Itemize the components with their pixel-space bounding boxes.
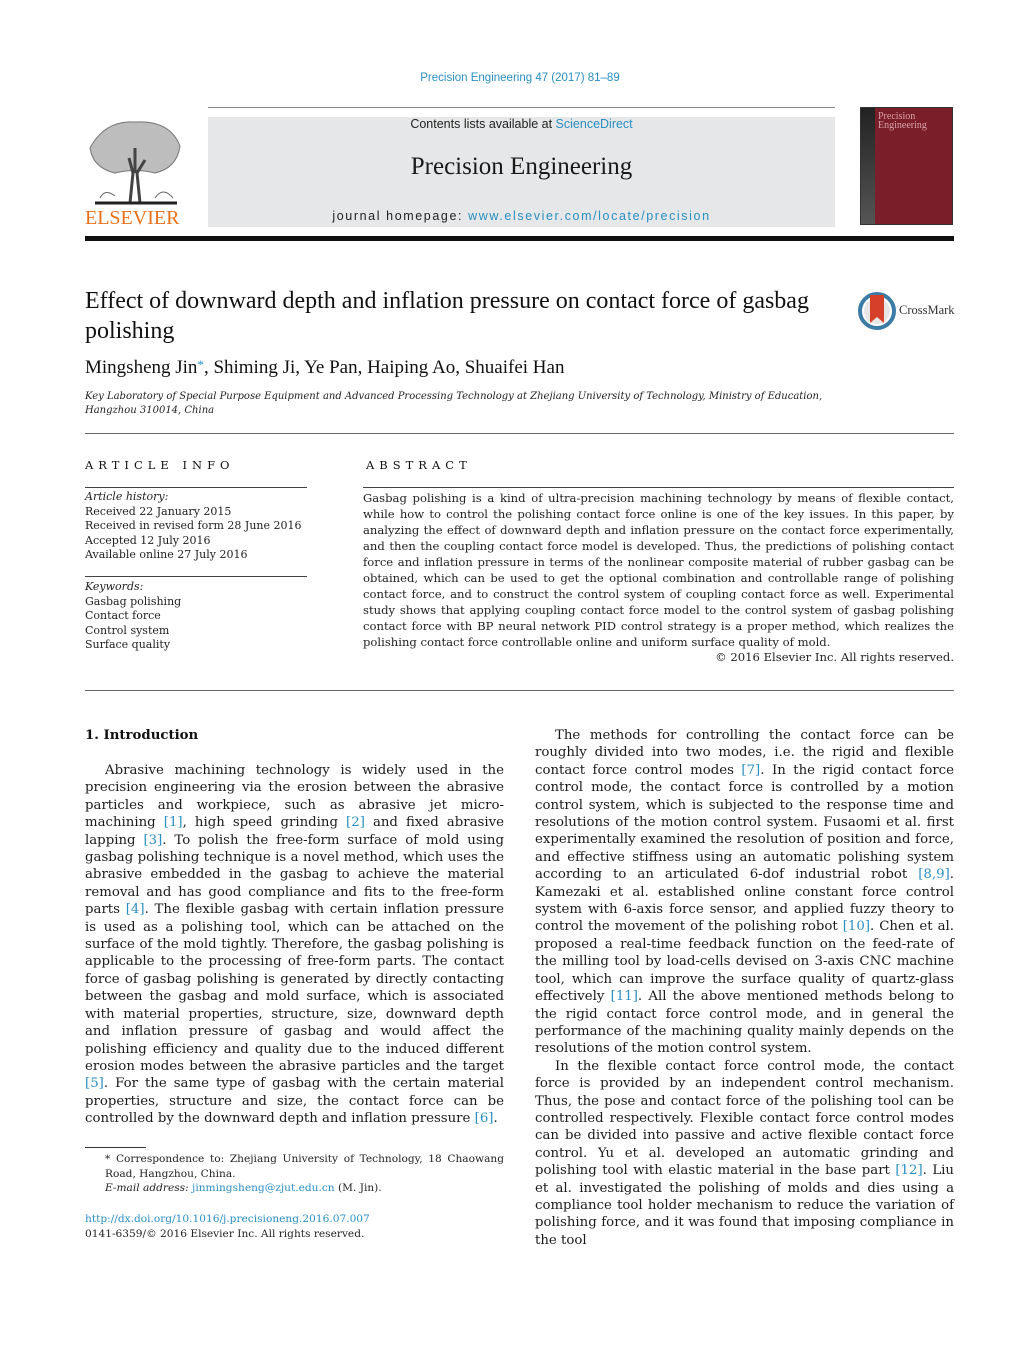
article-history: Article history: Received 22 January 201… (85, 490, 302, 563)
author-name[interactable]: Shiming Ji (213, 357, 295, 378)
body-column-left: Abrasive machining technology is widely … (85, 762, 504, 1128)
citation-link[interactable]: [10] (843, 919, 870, 934)
history-item: Accepted 12 July 2016 (85, 533, 211, 547)
cover-title: Precision Engineering (878, 112, 927, 131)
author-name[interactable]: Ye Pan (304, 357, 358, 378)
abstract-rule (363, 487, 954, 488)
paragraph-text: In the flexible contact force control mo… (535, 1058, 954, 1179)
citation-link[interactable]: [12] (895, 1163, 922, 1178)
cover-side-strip (861, 108, 875, 224)
contents-prefix: Contents lists available at (410, 117, 556, 131)
cover-title-line2: Engineering (878, 120, 927, 131)
elsevier-wordmark: ELSEVIER (85, 207, 180, 229)
citation-link[interactable]: [11] (611, 989, 638, 1004)
keyword: Gasbag polishing (85, 594, 182, 608)
author-name[interactable]: Haiping Ao (367, 357, 455, 378)
citation-link[interactable]: [4] (126, 902, 145, 917)
citation-link[interactable]: [8,9] (918, 867, 950, 882)
section-divider (85, 433, 954, 434)
history-item: Available online 27 July 2016 (85, 548, 248, 561)
abstract-heading: ABSTRACT (366, 458, 472, 472)
doi-link[interactable]: http://dx.doi.org/10.1016/j.precisioneng… (85, 1212, 370, 1227)
journal-homepage: journal homepage: www.elsevier.com/locat… (208, 209, 835, 223)
citation-link[interactable]: [6] (475, 1111, 494, 1126)
email-link[interactable]: jinmingsheng@zjut.edu.cn (192, 1182, 335, 1194)
crossmark-label[interactable]: CrossMark (899, 303, 955, 318)
email-suffix: (M. Jin). (334, 1182, 382, 1194)
contents-availability: Contents lists available at ScienceDirec… (208, 117, 835, 131)
article-info-heading: ARTICLE INFO (85, 458, 235, 472)
body-paragraph: The methods for controlling the contact … (535, 727, 954, 1058)
journal-title: Precision Engineering (410, 153, 633, 180)
header-rule (208, 107, 835, 108)
footnotes: * Correspondence to: Zhejiang University… (85, 1152, 504, 1196)
correspondence-note: * Correspondence to: Zhejiang University… (105, 1153, 504, 1180)
affiliation: Key Laboratory of Special Purpose Equipm… (85, 391, 823, 416)
footnote-rule (85, 1147, 146, 1148)
body-column-right: The methods for controlling the contact … (535, 727, 954, 1249)
section-heading-introduction: 1. Introduction (85, 728, 199, 743)
citation-link[interactable]: [2] (346, 815, 365, 830)
body-paragraph: Abrasive machining technology is widely … (85, 762, 504, 1128)
journal-citation-link[interactable]: Precision Engineering 47 (2017) 81–89 (0, 72, 1020, 84)
author-name[interactable]: Mingsheng Jin (85, 357, 197, 378)
body-paragraph: In the flexible contact force control mo… (535, 1058, 954, 1249)
journal-banner: Contents lists available at ScienceDirec… (208, 117, 835, 227)
keyword: Control system (85, 623, 170, 637)
history-label: Article history: (85, 490, 169, 503)
crossmark-icon (858, 292, 896, 330)
journal-cover-thumbnail[interactable]: Precision Engineering (860, 107, 953, 225)
paper-title: Effect of downward depth and inflation p… (85, 288, 809, 344)
article-info-rule (85, 487, 307, 488)
citation-link[interactable]: [7] (741, 763, 760, 778)
paragraph-text: . (493, 1111, 498, 1127)
abstract-copyright: © 2016 Elsevier Inc. All rights reserved… (715, 650, 954, 664)
homepage-link[interactable]: www.elsevier.com/locate/precision (468, 209, 710, 223)
keywords-label: Keywords: (85, 580, 144, 593)
paragraph-text: . The flexible gasbag with certain infla… (85, 902, 504, 1074)
author-list: Mingsheng Jin*, Shiming Ji, Ye Pan, Haip… (85, 357, 565, 378)
email-label: E-mail address: (105, 1182, 193, 1194)
issn-copyright: 0141-6359/© 2016 Elsevier Inc. All right… (85, 1227, 365, 1240)
author-name[interactable]: Shuaifei Han (465, 357, 565, 378)
keywords: Keywords: Gasbag polishing Contact force… (85, 580, 181, 653)
keywords-rule (85, 576, 307, 577)
header-thick-rule (85, 236, 954, 241)
history-item: Received 22 January 2015 (85, 504, 232, 518)
sciencedirect-link[interactable]: ScienceDirect (556, 117, 633, 131)
paragraph-text: , high speed grinding (182, 815, 347, 831)
paragraph-text: . For the same type of gasbag with the c… (85, 1076, 504, 1127)
paragraph-text: . In the rigid contact force control mod… (535, 762, 954, 883)
citation-link[interactable]: [5] (85, 1076, 104, 1091)
homepage-prefix: journal homepage: (332, 209, 469, 223)
section-divider (85, 690, 954, 691)
keyword: Contact force (85, 609, 161, 622)
history-item: Received in revised form 28 June 2016 (85, 519, 302, 532)
abstract-text: Gasbag polishing is a kind of ultra-prec… (363, 491, 954, 649)
corresponding-author-mark[interactable]: * (197, 357, 204, 372)
keyword: Surface quality (85, 638, 171, 651)
doi-block: http://dx.doi.org/10.1016/j.precisioneng… (85, 1212, 370, 1241)
citation-link[interactable]: [3] (143, 833, 162, 848)
citation-link[interactable]: [1] (164, 815, 183, 830)
email-note: E-mail address: jinmingsheng@zjut.edu.cn… (85, 1181, 504, 1196)
